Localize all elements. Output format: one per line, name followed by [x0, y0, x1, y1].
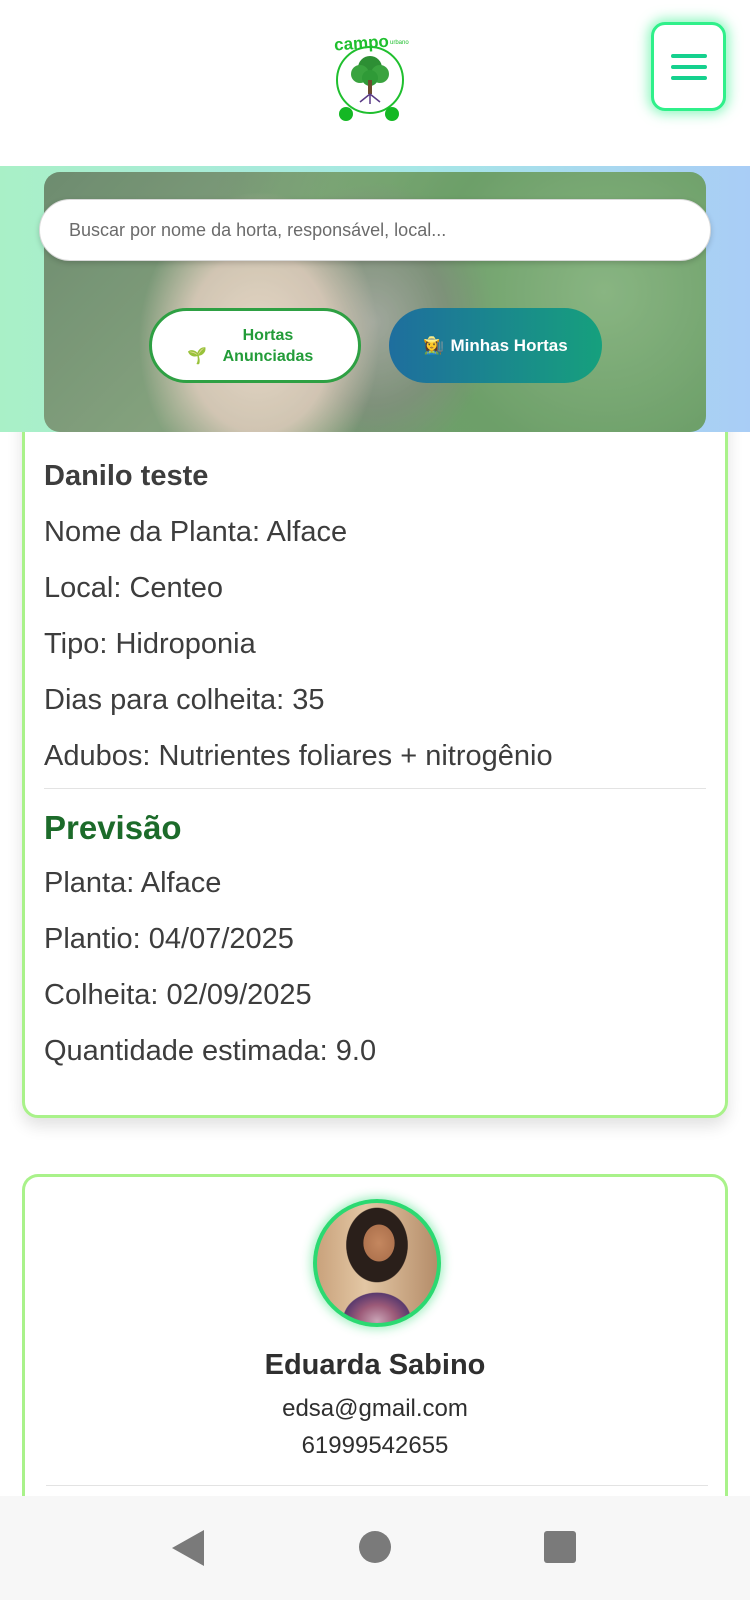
search-input[interactable] [67, 218, 691, 242]
menu-button[interactable] [651, 22, 726, 111]
system-nav-bar [0, 1496, 750, 1600]
detail-location: Local: Centeo [44, 572, 223, 604]
back-triangle-icon[interactable] [172, 1530, 204, 1566]
app-header: campo urbano [0, 0, 750, 166]
contact-phone: 61999542655 [301, 1432, 449, 1459]
previsao-planting-date: Plantio: 04/07/2025 [44, 923, 294, 955]
recent-apps-square-icon[interactable] [544, 1531, 576, 1563]
seedling-icon: 🌱 [187, 347, 207, 365]
horta-card-body: Danilo teste Nome da Planta: Alface Loca… [44, 460, 706, 1067]
contact-card: Eduarda Sabino edsa@gmail.com 6199954265… [22, 1174, 728, 1514]
hortas-anunciadas-label: Hortas Anunciadas [222, 326, 314, 365]
previsao-estimated-quantity: Quantidade estimada: 9.0 [44, 1035, 377, 1067]
user-avatar [313, 1199, 441, 1327]
farmer-icon: 👩‍🌾 [423, 335, 445, 355]
contact-name: Eduarda Sabino [264, 1349, 486, 1381]
logo-text: campo [333, 32, 389, 55]
contact-email: edsa@gmail.com [282, 1395, 468, 1422]
detail-harvest-days: Dias para colheita: 35 [44, 684, 325, 716]
horta-title: Danilo teste [44, 460, 209, 492]
hortas-anunciadas-button[interactable]: 🌱 Hortas Anunciadas [149, 308, 361, 383]
minhas-hortas-label: Minhas Hortas [450, 335, 568, 355]
detail-plant-name: Nome da Planta: Alface [44, 516, 348, 548]
search-field[interactable] [39, 199, 711, 261]
previsao-harvest-date: Colheita: 02/09/2025 [44, 979, 312, 1011]
campo-urbano-logo[interactable]: campo urbano [330, 28, 420, 124]
previsao-plant: Planta: Alface [44, 867, 222, 899]
minhas-hortas-button[interactable]: 👩‍🌾 Minhas Hortas [389, 308, 602, 383]
previsao-heading: Previsão [44, 809, 182, 846]
detail-type: Tipo: Hidroponia [44, 628, 256, 660]
home-circle-icon[interactable] [359, 1531, 391, 1563]
logo-subtext: urbano [390, 40, 409, 46]
detail-fertilizers: Adubos: Nutrientes foliares + nitrogênio [44, 740, 553, 772]
hamburger-menu-icon [670, 47, 707, 87]
card-divider [44, 788, 706, 789]
contact-divider [46, 1485, 708, 1486]
